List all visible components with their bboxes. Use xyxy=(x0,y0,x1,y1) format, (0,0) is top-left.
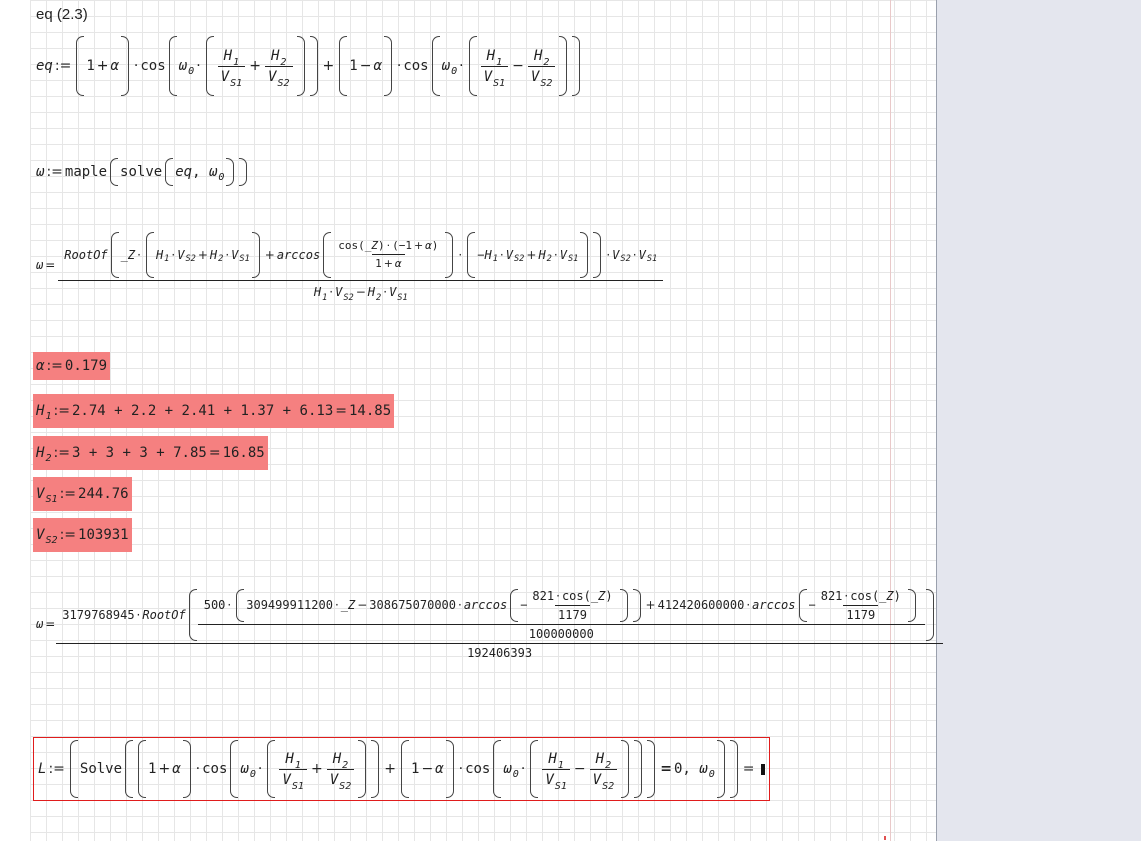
vs1-value: 244.76 xyxy=(78,486,129,502)
vs2-assignment[interactable]: V S2 := 103931 xyxy=(33,518,132,552)
page-break-marker xyxy=(884,836,886,840)
vs2-value: 103931 xyxy=(78,527,129,543)
h1-assignment[interactable]: H1 := 2.74 + 2.2 + 2.41 + 1.37 + 6.13 = … xyxy=(33,394,395,428)
symbolic-result[interactable]: ω = RootOf _Z · H 1 · V S2 + H 2 · V S1 + arccos co… xyxy=(36,228,664,303)
eq-definition[interactable]: eq := 1 + α · cos ω0 · H1 VS1 + H2 VS2 + 1− α… xyxy=(36,36,583,96)
h1-result: 14.85 xyxy=(349,403,392,419)
numeric-result[interactable]: ω = 3179768945 · RootOf 500 · 3094999112… xyxy=(36,582,943,666)
h1-expression: 2.74 + 2.2 + 2.41 + 1.37 + 6.13 xyxy=(71,403,334,419)
alpha-assignment[interactable]: α := 0.179 xyxy=(33,352,111,380)
solve-region[interactable]: L := Solve 1 + α · cos ω0 · H1 VS1 + H2 VS2 … xyxy=(33,737,770,801)
eq-name: eq xyxy=(36,58,53,74)
worksheet-margin xyxy=(0,0,30,841)
h2-result: 16.85 xyxy=(222,445,265,461)
maple-solve-definition[interactable]: ω := maple solve eq, ω0 xyxy=(36,158,250,186)
page-right-border xyxy=(890,0,891,841)
text-cursor xyxy=(760,763,765,775)
h2-assignment[interactable]: H2 := 3 + 3 + 3 + 7.85 = 16.85 xyxy=(33,436,268,470)
right-side-panel xyxy=(937,0,1141,841)
heading-label: eq (2.3) xyxy=(36,6,88,23)
vs1-assignment[interactable]: V S1 := 244.76 xyxy=(33,477,132,511)
h2-expression: 3 + 3 + 3 + 7.85 xyxy=(71,445,207,461)
alpha-value: 0.179 xyxy=(64,358,108,374)
heading-text[interactable]: eq (2.3) xyxy=(36,6,88,23)
